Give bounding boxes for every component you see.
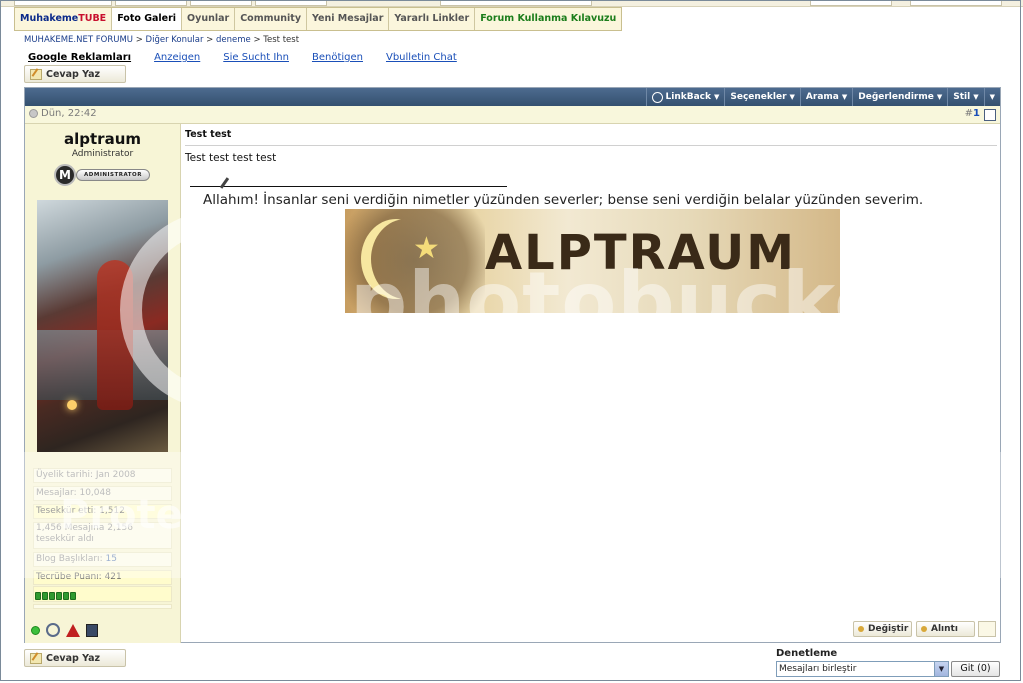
window-frame <box>0 0 1021 681</box>
